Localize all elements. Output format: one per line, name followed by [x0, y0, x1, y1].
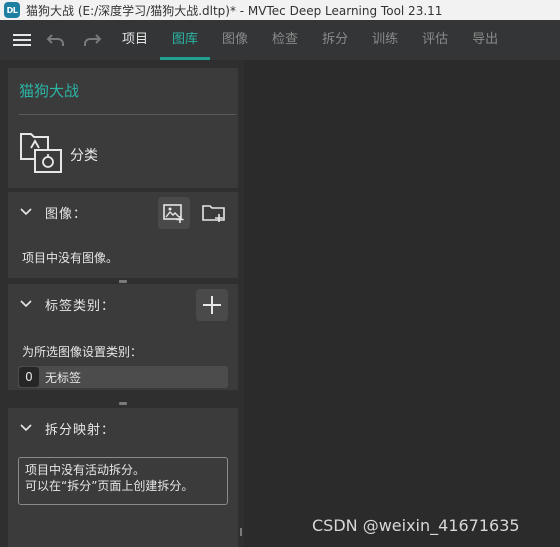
window-titlebar: DL 猫狗大战 (E:/深度学习/猫狗大战.dltp)* - MVTec Dee… [0, 0, 560, 20]
window-title: 猫狗大战 (E:/深度学习/猫狗大战.dltp)* - MVTec Deep L… [26, 3, 443, 18]
menubar: 项目 图库 图像 检查 拆分 训练 评估 导出 [0, 20, 560, 60]
tab-project[interactable]: 项目 [110, 20, 160, 60]
images-empty-text: 项目中没有图像。 [22, 251, 119, 265]
undo-icon[interactable] [38, 20, 74, 60]
label-count-badge: 0 [19, 367, 39, 387]
labels-section: 标签类别： 为所选图像设置类别： 0 无标签 [8, 284, 238, 390]
split-info-box: 项目中没有活动拆分。 可以在“拆分”页面上创建拆分。 [18, 457, 228, 505]
watermark-text: CSDN @weixin_41671635 [312, 516, 520, 535]
chevron-down-icon[interactable] [20, 424, 32, 432]
redo-icon[interactable] [74, 20, 110, 60]
set-label-text: 为所选图像设置类别： [22, 345, 143, 359]
image-canvas[interactable] [244, 60, 560, 547]
chevron-down-icon[interactable] [20, 300, 32, 308]
app-logo: DL [4, 2, 20, 18]
add-image-button[interactable] [158, 197, 190, 229]
tab-inspect[interactable]: 检查 [260, 20, 310, 60]
tab-export[interactable]: 导出 [460, 20, 510, 60]
add-label-button[interactable] [196, 289, 228, 321]
divider [19, 114, 236, 115]
labels-section-title: 标签类别： [45, 299, 116, 314]
split-info-line: 可以在“拆分”页面上创建拆分。 [25, 479, 194, 493]
add-folder-icon [202, 205, 225, 222]
split-info-line: 项目中没有活动拆分。 [25, 463, 146, 477]
tab-train[interactable]: 训练 [360, 20, 410, 60]
left-panel: 猫狗大战 分类 图像： 项目中没有图像。 标签类别： 为所选图像设置类别： 0 … [0, 60, 244, 547]
tab-split[interactable]: 拆分 [310, 20, 360, 60]
split-section-title: 拆分映射： [45, 423, 116, 438]
tab-image[interactable]: 图像 [210, 20, 260, 60]
project-name: 猫狗大战 [19, 82, 80, 100]
chevron-down-icon[interactable] [20, 208, 32, 216]
classification-icon [20, 133, 62, 173]
add-image-icon [163, 204, 184, 223]
split-section-header[interactable]: 拆分映射： [8, 408, 238, 448]
label-class-item[interactable]: 0 无标签 [18, 366, 228, 388]
label-class-name: 无标签 [45, 370, 82, 385]
project-type-label: 分类 [70, 148, 98, 164]
tab-evaluate[interactable]: 评估 [410, 20, 460, 60]
main-area: 猫狗大战 分类 图像： 项目中没有图像。 标签类别： 为所选图像设置类别： 0 … [0, 60, 560, 547]
panel-resize-handle[interactable] [240, 528, 242, 536]
split-section: 拆分映射： 项目中没有活动拆分。 可以在“拆分”页面上创建拆分。 [8, 408, 238, 547]
tab-gallery[interactable]: 图库 [160, 20, 211, 60]
add-label-icon [203, 296, 221, 314]
resize-grip[interactable] [119, 280, 127, 283]
project-card: 猫狗大战 分类 [8, 68, 238, 188]
resize-grip[interactable] [119, 402, 127, 405]
images-section-title: 图像： [45, 207, 88, 222]
menu-icon[interactable] [12, 20, 38, 60]
images-section: 图像： 项目中没有图像。 [8, 192, 238, 278]
add-folder-button[interactable] [198, 197, 230, 229]
